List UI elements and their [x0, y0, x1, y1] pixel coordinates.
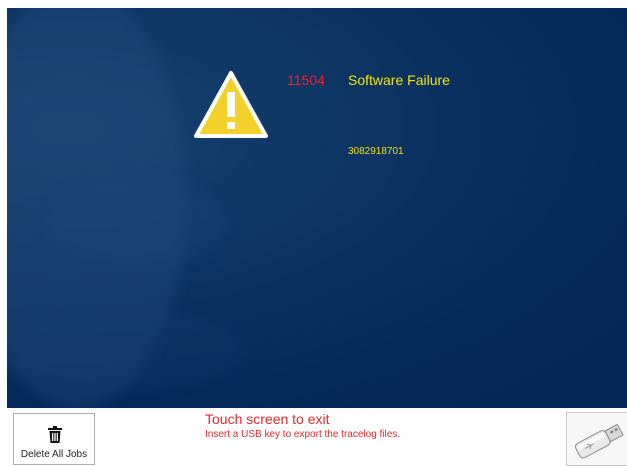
usb-export-hint: Insert a USB key to export the tracelog … [205, 429, 401, 440]
error-detail-code: 3082918701 [348, 146, 404, 157]
error-panel[interactable]: 11504 Software Failure 3082918701 [7, 8, 627, 408]
trash-icon [48, 426, 62, 443]
error-title: Software Failure [348, 72, 450, 88]
footer-bar: Delete All Jobs Touch screen to exit Ins… [0, 408, 627, 466]
usb-export-button[interactable] [566, 412, 627, 466]
delete-all-jobs-button[interactable]: Delete All Jobs [13, 413, 95, 465]
usb-key-icon [574, 423, 624, 459]
exit-instruction: Touch screen to exit [205, 411, 330, 427]
clipped-top-text: ˙ ˙ ˙ ˆ [0, 0, 627, 8]
warning-triangle-icon [194, 71, 268, 138]
error-screen[interactable]: ˙ ˙ ˙ ˆ 11504 Software Failure 308291870… [0, 0, 627, 466]
error-code: 11504 [287, 72, 325, 88]
delete-all-jobs-label: Delete All Jobs [20, 449, 88, 460]
